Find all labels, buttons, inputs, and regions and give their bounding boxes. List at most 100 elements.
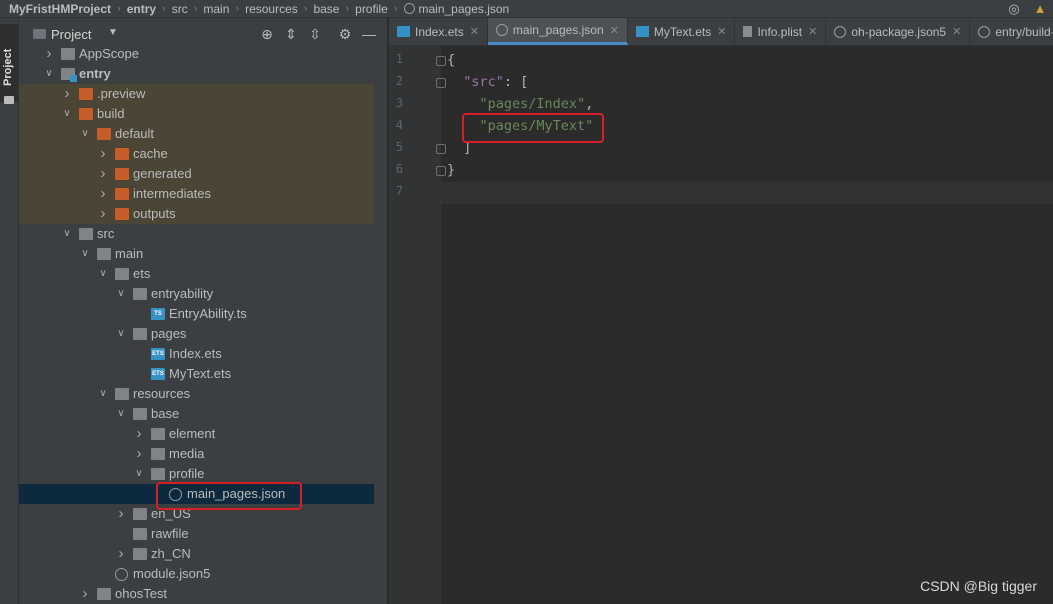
tree-item[interactable]: main_pages.json xyxy=(19,484,374,504)
tree-item[interactable]: TS EntryAbility.ts xyxy=(19,304,374,324)
chevron-down-icon[interactable]: ∨ xyxy=(79,244,91,264)
chevron-down-icon[interactable]: ∨ xyxy=(61,104,73,124)
chevron-down-icon[interactable]: ∨ xyxy=(115,324,127,344)
tree-item[interactable]: module.json5 xyxy=(19,564,374,584)
code-line-5[interactable]: ] xyxy=(447,137,471,159)
comma: , xyxy=(585,96,594,112)
minimize-icon[interactable]: — xyxy=(357,25,381,43)
tree-item[interactable]: › en_US xyxy=(19,504,374,524)
expand-all-icon[interactable]: ⇕ xyxy=(279,25,303,43)
editor-tab[interactable]: MyText.ets ✕ xyxy=(628,18,736,45)
json-value-mytext: "pages/MyText" xyxy=(479,118,594,134)
chevron-down-icon[interactable]: ∨ xyxy=(97,264,109,284)
fold-marker-icon[interactable] xyxy=(436,78,446,88)
code-line-2[interactable]: "src": [ xyxy=(447,71,528,93)
folder-icon xyxy=(151,428,165,440)
code-line-3[interactable]: "pages/Index", xyxy=(447,93,594,115)
editor-tab[interactable]: main_pages.json ✕ xyxy=(487,18,628,45)
editor-tab[interactable]: oh-package.json5 ✕ xyxy=(826,18,971,45)
folder-icon xyxy=(115,388,129,400)
tree-item[interactable]: ∨ profile xyxy=(19,464,374,484)
chevron-right-icon[interactable]: › xyxy=(61,84,73,104)
tree-item[interactable]: ∨ resources xyxy=(19,384,374,404)
tree-item-label: cache xyxy=(133,146,168,161)
gear-icon[interactable]: ⚙ xyxy=(333,25,357,43)
editor-tab[interactable]: Index.ets ✕ xyxy=(389,18,488,45)
tree-item[interactable]: rawfile xyxy=(19,524,374,544)
tree-item[interactable]: › generated xyxy=(19,164,374,184)
tree-item[interactable]: ∨ build xyxy=(19,104,374,124)
tree-item-label: outputs xyxy=(133,206,176,221)
chevron-right-icon[interactable]: › xyxy=(97,164,109,184)
breadcrumb-item[interactable]: src xyxy=(172,2,188,16)
code-line-6[interactable]: } xyxy=(447,159,455,181)
tree-item[interactable]: › element xyxy=(19,424,374,444)
chevron-down-icon[interactable]: ∨ xyxy=(115,284,127,304)
chevron-down-icon[interactable]: ∨ xyxy=(133,464,145,484)
tree-item[interactable]: › ohosTest xyxy=(19,584,374,604)
chevron-right-icon[interactable]: › xyxy=(43,44,55,64)
tree-item[interactable]: ETS MyText.ets xyxy=(19,364,374,384)
breadcrumb-item[interactable]: main_pages.json xyxy=(419,2,510,16)
folder-icon xyxy=(133,508,147,520)
tree-item[interactable]: ∨ entry xyxy=(19,64,374,84)
tree-item[interactable]: › cache xyxy=(19,144,374,164)
close-icon[interactable]: ✕ xyxy=(610,24,619,37)
tree-item[interactable]: › media xyxy=(19,444,374,464)
fold-marker-icon[interactable] xyxy=(436,166,446,176)
json-file-icon xyxy=(169,488,182,501)
close-icon[interactable]: ✕ xyxy=(470,25,479,38)
tree-item[interactable]: › .preview xyxy=(19,84,374,104)
code-line-1[interactable]: { xyxy=(447,49,455,71)
chevron-down-icon[interactable]: ∨ xyxy=(97,384,109,404)
chevron-right-icon[interactable]: › xyxy=(79,584,91,604)
close-icon[interactable]: ✕ xyxy=(717,25,726,38)
project-tool-tab[interactable]: Project xyxy=(0,24,18,104)
tree-item[interactable]: › outputs xyxy=(19,204,374,224)
chevron-down-icon[interactable]: ∨ xyxy=(61,224,73,244)
close-icon[interactable]: ✕ xyxy=(952,25,961,38)
chevron-right-icon[interactable]: › xyxy=(97,184,109,204)
folder-icon xyxy=(133,548,147,560)
code-line-4[interactable]: "pages/MyText" xyxy=(447,115,594,137)
tree-item[interactable]: ∨ src xyxy=(19,224,374,244)
json-key-src: "src" xyxy=(463,74,504,90)
editor-tab[interactable]: entry/build-pro xyxy=(970,18,1053,45)
chevron-right-icon[interactable]: › xyxy=(115,544,127,564)
chevron-down-icon[interactable]: ∨ xyxy=(79,124,91,144)
tree-item[interactable]: ∨ ets xyxy=(19,264,374,284)
tree-item[interactable]: ∨ entryability xyxy=(19,284,374,304)
breadcrumb-item[interactable]: MyFristHMProject xyxy=(9,2,111,16)
tree-item[interactable]: › AppScope xyxy=(19,44,374,64)
target-icon[interactable]: ◎ xyxy=(1005,0,1023,17)
chevron-right-icon[interactable]: › xyxy=(133,444,145,464)
close-icon[interactable]: ✕ xyxy=(808,25,817,38)
chevron-down-icon[interactable]: ▼ xyxy=(108,27,118,38)
chevron-down-icon[interactable]: ∨ xyxy=(43,64,55,84)
fold-marker-icon[interactable] xyxy=(436,144,446,154)
chevron-down-icon[interactable]: ∨ xyxy=(115,404,127,424)
fold-marker-icon[interactable] xyxy=(436,56,446,66)
tree-item-label: pages xyxy=(151,326,187,341)
chevron-right-icon[interactable]: › xyxy=(97,204,109,224)
breadcrumb-item[interactable]: base xyxy=(313,2,339,16)
tree-item[interactable]: ∨ base xyxy=(19,404,374,424)
breadcrumb-item[interactable]: main xyxy=(203,2,229,16)
chevron-right-icon[interactable]: › xyxy=(115,504,127,524)
editor-tab[interactable]: Info.plist ✕ xyxy=(735,18,827,45)
tree-item[interactable]: › intermediates xyxy=(19,184,374,204)
breadcrumb-item[interactable]: profile xyxy=(355,2,388,16)
tree-item[interactable]: › zh_CN xyxy=(19,544,374,564)
tree-item[interactable]: ETS Index.ets xyxy=(19,344,374,364)
locate-icon[interactable]: ⊕ xyxy=(255,25,279,43)
tree-item[interactable]: ∨ default xyxy=(19,124,374,144)
chevron-right-icon[interactable]: › xyxy=(133,424,145,444)
tree-item[interactable]: ∨ pages xyxy=(19,324,374,344)
breadcrumb-item[interactable]: resources xyxy=(245,2,298,16)
breadcrumb-item[interactable]: entry xyxy=(127,2,156,16)
run-anything-icon[interactable]: ▲ xyxy=(1027,0,1053,17)
collapse-all-icon[interactable]: ⇳ xyxy=(303,25,327,43)
chevron-right-icon[interactable]: › xyxy=(97,144,109,164)
tree-item[interactable]: ∨ main xyxy=(19,244,374,264)
project-view-selector[interactable]: Project xyxy=(51,27,91,42)
